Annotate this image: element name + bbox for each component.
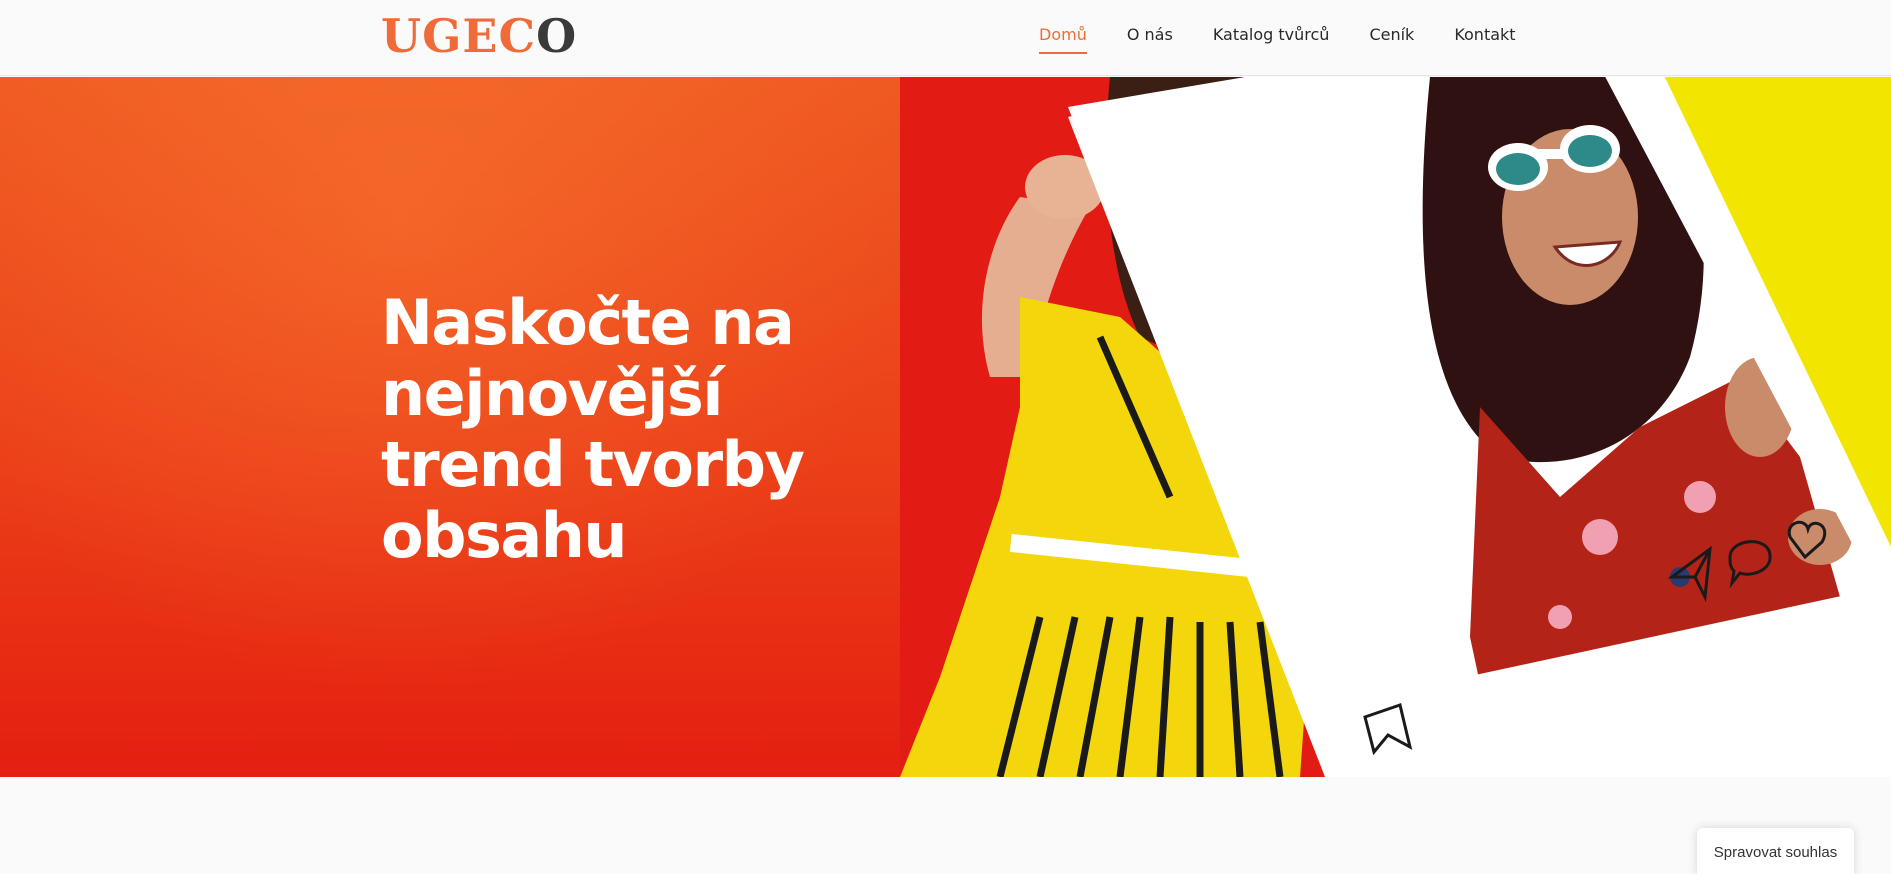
nav-item-domu[interactable]: Domů — [1039, 24, 1087, 54]
nav-item-katalog-tvurcu[interactable]: Katalog tvůrců — [1213, 24, 1330, 54]
site-header: U G E C O Domů O nás Katalog tvůrců Cení… — [0, 0, 1891, 76]
hero-title: Naskočte na nejnovější trend tvorby obsa… — [381, 286, 805, 572]
nav-item-o-nas[interactable]: O nás — [1127, 24, 1173, 54]
ugeco-logo[interactable]: U G E C O — [381, 8, 577, 64]
logo-letter-e: E — [462, 9, 499, 63]
hero-photo-two-women-with-social-frame — [900, 77, 1891, 777]
logo-letter-u: U — [381, 9, 423, 63]
logo-letter-o: O — [536, 9, 578, 63]
nav-item-kontakt[interactable]: Kontakt — [1454, 24, 1515, 54]
main-navigation: Domů O nás Katalog tvůrců Ceník Kontakt — [1039, 24, 1516, 54]
hero-banner: Naskočte na nejnovější trend tvorby obsa… — [0, 77, 1891, 777]
logo-letter-g: G — [422, 9, 463, 63]
logo-letter-c: C — [498, 9, 537, 63]
nav-item-cenik[interactable]: Ceník — [1369, 24, 1414, 54]
manage-consent-button[interactable]: Spravovat souhlas — [1697, 828, 1854, 874]
